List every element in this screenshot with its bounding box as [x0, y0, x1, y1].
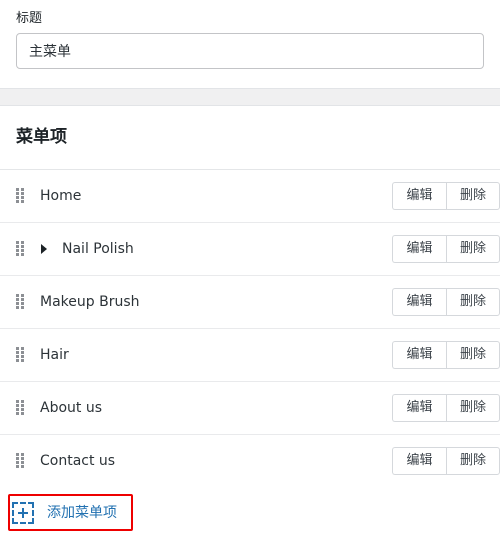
menu-item-row[interactable]: Hair 编辑 删除: [0, 329, 500, 382]
delete-button[interactable]: 删除: [446, 394, 500, 422]
title-field-label: 标题: [16, 11, 43, 26]
drag-handle-icon[interactable]: [16, 294, 24, 310]
menu-item-actions: 编辑 删除: [392, 288, 500, 316]
menu-item-actions: 编辑 删除: [392, 235, 500, 263]
edit-button[interactable]: 编辑: [392, 288, 446, 316]
add-menu-item-button[interactable]: 添加菜单项: [12, 498, 117, 527]
delete-button[interactable]: 删除: [446, 288, 500, 316]
menu-item-label: Contact us: [40, 453, 116, 469]
menu-item-label: About us: [40, 400, 103, 416]
menu-item-row[interactable]: About us 编辑 删除: [0, 382, 500, 435]
edit-button[interactable]: 编辑: [392, 341, 446, 369]
menu-items-card: 菜单项 Home 编辑 删除 Nail Polish 编辑 删除 Makeup …: [0, 105, 500, 488]
delete-button[interactable]: 删除: [446, 447, 500, 475]
menu-item-actions: 编辑 删除: [392, 394, 500, 422]
title-card: 标题: [0, 0, 500, 89]
edit-button[interactable]: 编辑: [392, 182, 446, 210]
menu-item-label: Hair: [40, 347, 69, 363]
edit-button[interactable]: 编辑: [392, 447, 446, 475]
drag-handle-icon[interactable]: [16, 400, 24, 416]
plus-icon: [12, 501, 34, 524]
delete-button[interactable]: 删除: [446, 182, 500, 210]
menu-items-title: 菜单项: [16, 127, 67, 148]
menu-item-label: Home: [40, 188, 82, 204]
menu-item-actions: 编辑 删除: [392, 182, 500, 210]
drag-handle-icon[interactable]: [16, 453, 24, 469]
drag-handle-icon[interactable]: [16, 188, 24, 204]
drag-handle-icon[interactable]: [16, 241, 24, 257]
delete-button[interactable]: 删除: [446, 235, 500, 263]
menu-item-row[interactable]: Home 编辑 删除: [0, 170, 500, 223]
menu-item-row[interactable]: Nail Polish 编辑 删除: [0, 223, 500, 276]
delete-button[interactable]: 删除: [446, 341, 500, 369]
edit-button[interactable]: 编辑: [392, 235, 446, 263]
drag-handle-icon[interactable]: [16, 347, 24, 363]
menu-item-actions: 编辑 删除: [392, 341, 500, 369]
menu-item-row[interactable]: Makeup Brush 编辑 删除: [0, 276, 500, 329]
menu-item-label: Makeup Brush: [40, 294, 140, 310]
title-input[interactable]: [16, 33, 484, 69]
menu-item-actions: 编辑 删除: [392, 447, 500, 475]
menu-item-label: Nail Polish: [62, 241, 134, 257]
chevron-right-icon[interactable]: [40, 244, 50, 254]
add-menu-item-section: 添加菜单项: [0, 486, 500, 538]
edit-button[interactable]: 编辑: [392, 394, 446, 422]
add-menu-item-label: 添加菜单项: [47, 504, 117, 521]
menu-item-row[interactable]: Contact us 编辑 删除: [0, 435, 500, 488]
menu-items-header: 菜单项: [0, 106, 500, 170]
